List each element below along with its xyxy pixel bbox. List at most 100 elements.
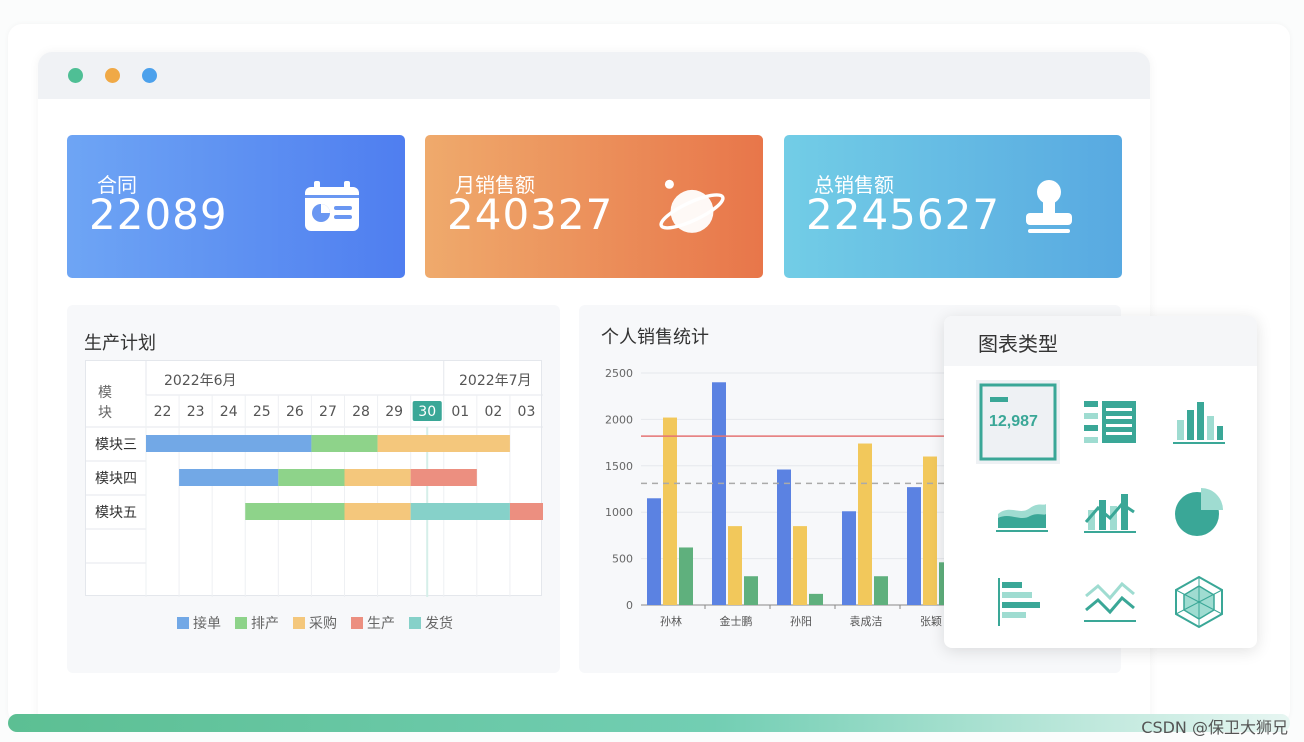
bar [663,417,677,605]
legend-swatch [351,617,363,629]
contract-card-icon [305,181,359,231]
module-header-line: 模 [98,385,112,401]
y-tick-label: 500 [612,553,633,566]
legend-item[interactable]: 接单 [177,613,221,633]
x-tick-label: 张颖 [920,615,942,628]
popup-header: 图表类型 [944,316,1257,366]
chart-type-pie[interactable] [1157,470,1241,554]
row-label: 模块三 [95,437,137,453]
kpi-value: 2245627 [806,190,1001,239]
y-tick-label: 1500 [605,460,633,473]
legend-item[interactable]: 排产 [235,613,279,633]
y-tick-label: 2500 [605,367,633,380]
gantt-bar [344,469,411,486]
bar [777,469,791,605]
x-tick-label: 袁成洁 [850,615,883,628]
x-tick-label: 金士鹏 [720,614,753,628]
bottom-gradient-bar [8,714,1290,732]
maximize-dot[interactable] [142,68,157,83]
legend-label: 接单 [193,616,221,632]
bar [712,382,726,605]
day-label: 22 [154,404,172,420]
gantt-bar [278,469,345,486]
legend-item[interactable]: 采购 [293,613,337,633]
chart-type-line[interactable] [1068,560,1152,644]
table-chart-icon [1084,401,1136,443]
chart-type-area[interactable] [980,470,1064,554]
bar [647,498,661,605]
bar [907,487,921,605]
kpi-card-monthly-sales[interactable]: 月销售额 240327 [425,135,763,278]
minimize-dot[interactable] [105,68,120,83]
bar [923,456,937,605]
y-tick-label: 0 [626,599,633,612]
legend-item[interactable]: 发货 [409,613,453,633]
day-label: 30 [418,404,436,420]
window-titlebar [38,52,1150,99]
gantt-bar [344,503,411,520]
kpi-card-contract[interactable]: 合同 22089 [67,135,405,278]
bar [793,526,807,605]
gantt-bar [410,503,510,520]
day-label: 02 [484,404,502,420]
legend-swatch [177,617,189,629]
gantt-bar [377,435,510,452]
legend-swatch [409,617,421,629]
month-label: 2022年6月 [164,373,237,389]
pie-chart-icon [1175,488,1223,536]
chart-type-column[interactable] [1157,380,1241,464]
day-label: 01 [451,404,469,420]
bar [842,511,856,605]
chart-type-radar[interactable] [1157,560,1241,644]
month-label: 2022年7月 [459,373,532,389]
day-label: 28 [352,404,370,420]
bar [728,526,742,605]
sample-value: 12,987 [989,413,1038,430]
gantt-chart: 模块 2022年6月 2022年7月 22 23 24 25 26 27 28 29 30 01 02 03… [85,360,543,597]
chart-type-horizontal-bar[interactable] [980,560,1064,644]
close-dot[interactable] [68,68,83,83]
day-label: 25 [253,404,271,420]
module-header: 模块 [98,385,112,421]
day-label: 23 [187,404,205,420]
legend-swatch [293,617,305,629]
chart-types-popup: 图表类型 12,987 [944,316,1257,648]
y-tick-label: 1000 [605,506,633,519]
kpi-value: 22089 [89,190,228,239]
bar [874,576,888,605]
row-label: 模块四 [95,471,137,487]
planet-icon [659,179,725,233]
legend-label: 排产 [251,616,279,632]
bar [679,547,693,605]
x-tick-label: 孙阳 [790,615,812,628]
legend-item[interactable]: 生产 [351,613,395,633]
area-chart-icon [996,504,1048,532]
day-label: 29 [385,404,403,420]
legend-label: 生产 [367,616,395,632]
bar [809,593,823,605]
legend-label: 发货 [425,616,453,632]
row-label: 模块五 [95,505,137,521]
kpi-value: 240327 [447,190,614,239]
gantt-bar [179,469,279,486]
radar-chart-icon [1175,575,1223,629]
stage: 合同 22089 月销售额 240327 总销售额 2245627 生产计划 模… [0,0,1304,742]
kpi-card-chart-icon: 12,987 [979,383,1057,461]
horizontal-bar-chart-icon [998,578,1040,626]
chart-type-table[interactable] [1068,380,1152,464]
gantt-bar [410,469,477,486]
combo-chart-icon [1084,494,1136,533]
legend-label: 采购 [309,616,337,632]
gantt-bar [245,503,345,520]
gantt-bar [311,435,378,452]
kpi-card-total-sales[interactable]: 总销售额 2245627 [784,135,1122,278]
watermark: CSDN @保卫大狮兄 [1141,718,1288,737]
bar [858,443,872,605]
chart-type-kpi-card[interactable]: 12,987 [976,380,1060,464]
module-header-line: 块 [98,405,112,421]
bar [744,576,758,605]
stamp-icon [1026,180,1072,233]
chart-type-combo[interactable] [1068,470,1152,554]
day-label: 03 [518,404,536,420]
day-label: 27 [319,404,337,420]
